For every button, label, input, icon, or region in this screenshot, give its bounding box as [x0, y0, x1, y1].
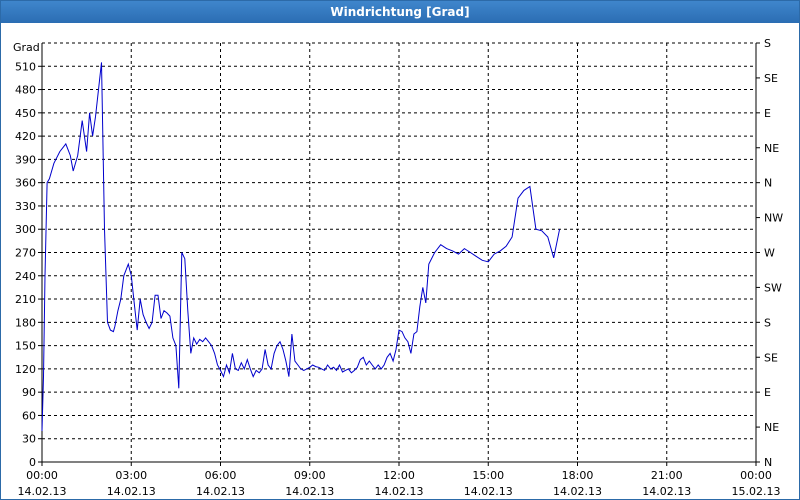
y-tick-label: 450 — [15, 107, 36, 120]
x-tick-time: 00:00 — [740, 469, 772, 482]
x-tick-date: 14.02.13 — [642, 485, 691, 498]
x-tick-date: 14.02.13 — [285, 485, 334, 498]
y-tick-label: 420 — [15, 130, 36, 143]
right-axis-label: W — [764, 247, 775, 260]
y-tick-label: 30 — [22, 433, 36, 446]
series-line — [41, 62, 561, 432]
y-tick-label: 120 — [15, 363, 36, 376]
y-tick-label: 90 — [22, 386, 36, 399]
y-tick-label: 300 — [15, 223, 36, 236]
right-axis-label: S — [764, 37, 771, 50]
y-tick-label: 270 — [15, 247, 36, 260]
y-tick-label: 330 — [15, 200, 36, 213]
x-tick-time: 12:00 — [383, 469, 415, 482]
y-axis-title: Grad — [13, 41, 40, 54]
right-axis-label: N — [764, 177, 772, 190]
y-tick-label: 480 — [15, 84, 36, 97]
x-tick-time: 06:00 — [205, 469, 237, 482]
x-tick-date: 14.02.13 — [464, 485, 513, 498]
y-tick-label: 150 — [15, 340, 36, 353]
line-chart: 0 30 60 90 120 150 180 210 240 270 300 330 360 390 420… — [13, 37, 783, 498]
x-tick-date: 14.02.13 — [196, 485, 245, 498]
y-tick-label: 360 — [15, 177, 36, 190]
x-tick-date: 14.02.13 — [553, 485, 602, 498]
x-tick-date: 14.02.13 — [18, 485, 67, 498]
x-tick-time: 15:00 — [472, 469, 504, 482]
x-tick-time: 18:00 — [562, 469, 594, 482]
right-axis-label: N — [764, 456, 772, 469]
right-axis-label: SE — [764, 351, 778, 364]
x-tick-time: 00:00 — [26, 469, 58, 482]
right-axis-label: NW — [764, 212, 783, 225]
y-tick-label: 60 — [22, 409, 36, 422]
right-axis-label: E — [764, 386, 771, 399]
x-tick-time: 09:00 — [294, 469, 326, 482]
x-tick-time: 03:00 — [115, 469, 147, 482]
chart-window: Windrichtung [Grad] 0 30 60 90 120 150 180 210 2… — [0, 0, 800, 500]
x-tick-date: 14.02.13 — [375, 485, 424, 498]
right-axis-label: S — [764, 316, 771, 329]
y-tick-label: 240 — [15, 270, 36, 283]
y-tick-label: 510 — [15, 60, 36, 73]
right-axis-label: NE — [764, 421, 779, 434]
right-axis-label: SW — [764, 281, 782, 294]
x-tick-date: 15.02.13 — [732, 485, 781, 498]
y-tick-label: 0 — [29, 456, 36, 469]
x-tick-time: 21:00 — [651, 469, 683, 482]
right-axis-label: SE — [764, 72, 778, 85]
right-axis-label: E — [764, 107, 771, 120]
y-tick-label: 210 — [15, 293, 36, 306]
x-tick-date: 14.02.13 — [107, 485, 156, 498]
y-tick-label: 390 — [15, 153, 36, 166]
right-axis-label: NE — [764, 142, 779, 155]
y-tick-label: 180 — [15, 316, 36, 329]
